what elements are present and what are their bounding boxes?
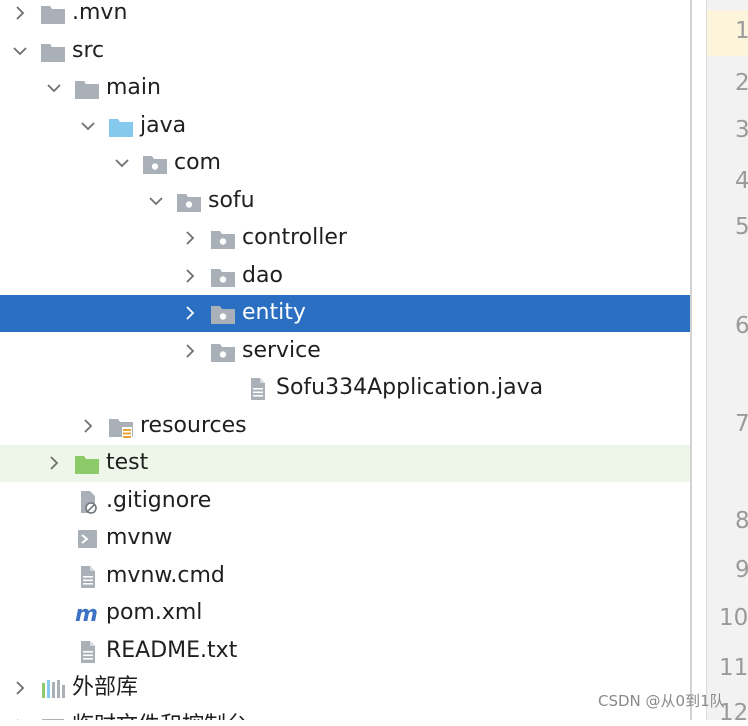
tree-item-label: controller <box>242 225 347 250</box>
line-number: 6 <box>735 313 748 339</box>
tree-item-controller[interactable]: controller <box>0 220 690 257</box>
chevron-down-icon[interactable] <box>12 43 28 59</box>
tree-item-label: dao <box>242 262 283 288</box>
chevron-right-icon[interactable] <box>80 418 96 434</box>
package-icon <box>210 265 236 289</box>
chevron-down-icon[interactable] <box>46 80 62 96</box>
package-icon <box>142 152 168 176</box>
tree-item-sofu334application-java[interactable]: Sofu334Application.java <box>0 370 690 407</box>
gitignore-file-icon <box>74 490 100 514</box>
tree-item-label: .gitignore <box>106 487 212 513</box>
library-icon <box>40 677 66 701</box>
package-icon <box>210 340 236 364</box>
svg-text:m: m <box>75 602 98 626</box>
tree-item-label: service <box>242 337 321 363</box>
tree-item-label: mvnw <box>106 525 173 550</box>
folder-icon <box>40 2 66 26</box>
tree-item-label: 临时文件和控制台 <box>72 713 248 721</box>
folder-icon <box>74 77 100 101</box>
tree-item-label: 外部库 <box>72 675 139 700</box>
package-icon <box>176 190 202 214</box>
maven-icon: m <box>74 602 100 626</box>
tree-item-label: sofu <box>208 187 255 213</box>
tree-item-label: mvnw.cmd <box>106 562 225 588</box>
tree-item-java[interactable]: java <box>0 108 690 145</box>
tree-item-[interactable]: 临时文件和控制台 <box>0 708 690 721</box>
tree-item-mvnw[interactable]: mvnw <box>0 520 690 557</box>
tree-item-label: .mvn <box>72 0 128 25</box>
line-number: 11 <box>719 655 748 681</box>
line-number: 7 <box>735 411 748 437</box>
chevron-right-icon[interactable] <box>12 680 28 696</box>
tree-item-gitignore[interactable]: .gitignore <box>0 483 690 520</box>
line-number: 2 <box>735 70 748 96</box>
line-number: 4 <box>735 168 748 194</box>
line-number: 1 <box>735 18 748 44</box>
project-tree: .mvn src main java com sofu controller dao entit… <box>0 0 690 720</box>
tree-item-mvn[interactable]: .mvn <box>0 0 690 32</box>
file-icon <box>74 640 100 664</box>
source-folder-icon <box>108 115 134 139</box>
tree-item-resources[interactable]: resources <box>0 408 690 445</box>
panel-splitter[interactable] <box>690 0 692 720</box>
chevron-down-icon[interactable] <box>148 193 164 209</box>
chevron-right-icon[interactable] <box>182 343 198 359</box>
tree-item-label: src <box>72 37 105 63</box>
line-number: 8 <box>735 508 748 534</box>
tree-item-com[interactable]: com <box>0 145 690 182</box>
tree-item-mvnw-cmd[interactable]: mvnw.cmd <box>0 558 690 595</box>
chevron-down-icon[interactable] <box>80 118 96 134</box>
line-number: 9 <box>735 557 748 583</box>
package-icon <box>210 302 236 326</box>
folder-icon <box>40 40 66 64</box>
editor-gutter: 1 2 3 4 5 6 7 8 9 10 11 12 <box>706 0 748 726</box>
tree-item-dao[interactable]: dao <box>0 258 690 295</box>
tree-item-service[interactable]: service <box>0 333 690 370</box>
chevron-down-icon[interactable] <box>114 155 130 171</box>
tree-item-pom-xml[interactable]: m pom.xml <box>0 595 690 632</box>
tree-item-readme-txt[interactable]: README.txt <box>0 633 690 670</box>
file-icon <box>244 377 270 401</box>
chevron-right-icon[interactable] <box>182 268 198 284</box>
test-folder-icon <box>74 452 100 476</box>
chevron-right-icon[interactable] <box>182 305 198 321</box>
watermark: CSDN @从0到1队 <box>598 692 725 710</box>
line-number: 3 <box>735 117 748 143</box>
line-number: 10 <box>719 605 748 631</box>
tree-item-label: README.txt <box>106 637 238 663</box>
tree-item-[interactable]: 外部库 <box>0 670 690 707</box>
resources-folder-icon <box>108 415 134 439</box>
tree-item-label: resources <box>140 412 247 438</box>
tree-item-main[interactable]: main <box>0 70 690 107</box>
tree-item-label: main <box>106 75 161 100</box>
scratch-icon <box>40 715 66 720</box>
tree-item-test[interactable]: test <box>0 445 690 482</box>
chevron-right-icon[interactable] <box>182 230 198 246</box>
tree-item-label: com <box>174 150 221 175</box>
line-number: 5 <box>735 214 748 240</box>
tree-item-label: java <box>140 112 187 138</box>
file-icon <box>74 565 100 589</box>
tree-item-label: test <box>106 450 149 475</box>
tree-item-label: pom.xml <box>106 600 203 625</box>
tree-item-label: Sofu334Application.java <box>276 375 544 400</box>
tree-item-src[interactable]: src <box>0 33 690 70</box>
shell-script-icon <box>74 527 100 551</box>
tree-item-label: entity <box>242 300 306 325</box>
chevron-right-icon[interactable] <box>46 455 62 471</box>
tree-item-entity[interactable]: entity <box>0 295 690 332</box>
tree-item-sofu[interactable]: sofu <box>0 183 690 220</box>
chevron-right-icon[interactable] <box>12 5 28 21</box>
package-icon <box>210 227 236 251</box>
